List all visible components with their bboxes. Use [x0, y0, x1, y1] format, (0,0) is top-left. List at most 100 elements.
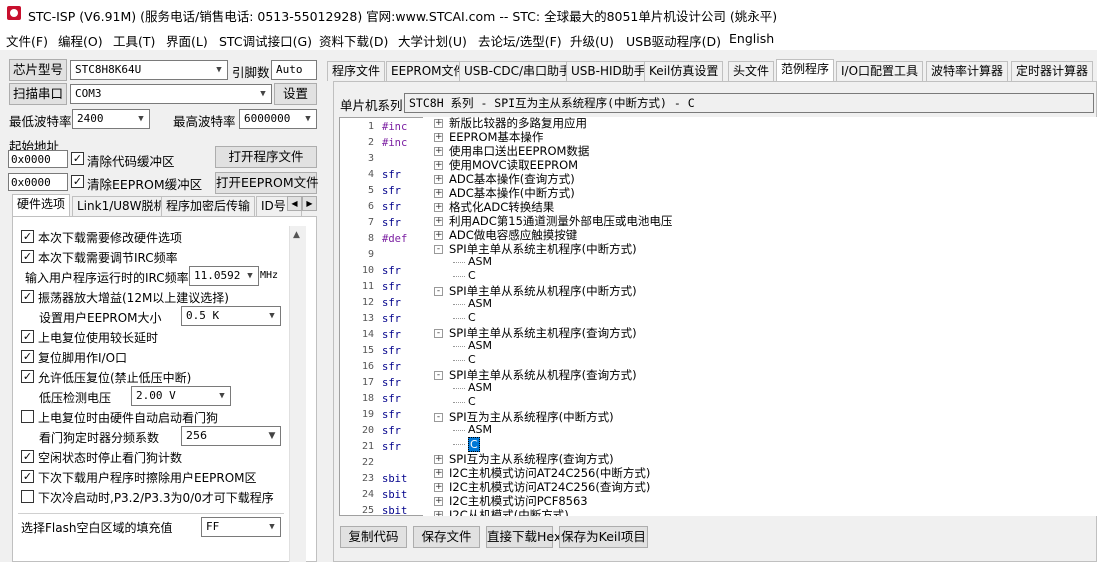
tree-node[interactable]: I2C从机模式(中断方式)	[449, 507, 569, 516]
option-checkbox[interactable]: ✓	[21, 350, 34, 363]
option-checkbox[interactable]: ✓	[21, 470, 34, 483]
eeprom-size-select[interactable]: 0.5 K ▼	[181, 306, 281, 326]
save-file-button[interactable]: 保存文件	[413, 526, 480, 548]
line-number: 5	[367, 185, 374, 196]
option-checkbox[interactable]: ✓	[21, 450, 34, 463]
code-address-input[interactable]: 0x0000	[8, 150, 68, 168]
open-eeprom-file-button[interactable]: 打开EEPROM文件	[215, 172, 319, 194]
tab-link1-offline[interactable]: Link1/U8W脱机	[72, 196, 171, 216]
mcu-series-select[interactable]: STC8H 系列 - SPI互为主从系统程序(中断方式) - C	[404, 93, 1094, 113]
download-hex-button[interactable]: 直接下载Hex	[486, 526, 561, 548]
menu-debug-interface[interactable]: STC调试接口(G)	[219, 31, 312, 50]
menu-file[interactable]: 文件(F)	[6, 31, 48, 50]
tree-leaf[interactable]: ASM	[468, 255, 492, 268]
tree-connector	[453, 388, 465, 389]
line-number: 6	[367, 201, 374, 212]
pin-count-value: Auto	[276, 63, 303, 76]
menu-tools[interactable]: 工具(T)	[113, 31, 155, 50]
tab-sample-programs[interactable]: 范例程序	[776, 59, 835, 81]
expand-icon[interactable]: +	[434, 203, 443, 212]
open-program-file-button[interactable]: 打开程序文件	[215, 146, 317, 168]
menu-interface[interactable]: 界面(L)	[166, 31, 208, 50]
tree-leaf[interactable]: C	[468, 353, 476, 366]
option-checkbox[interactable]: ✓	[21, 330, 34, 343]
collapse-icon[interactable]: -	[434, 371, 443, 380]
lvd-select[interactable]: 2.00 V ▼	[131, 386, 231, 406]
expand-icon[interactable]: +	[434, 161, 443, 170]
expand-icon[interactable]: +	[434, 483, 443, 492]
expand-icon[interactable]: +	[434, 147, 443, 156]
option-checkbox[interactable]: ✓	[21, 250, 34, 263]
wdt-divider-select[interactable]: 256 ▼	[181, 426, 281, 446]
menu-forum[interactable]: 去论坛/选型(F)	[478, 31, 562, 50]
menu-usb-driver[interactable]: USB驱动程序(D)	[626, 31, 721, 50]
menu-program[interactable]: 编程(O)	[58, 31, 103, 50]
tab-usb-hid[interactable]: USB-HID助手	[566, 61, 651, 81]
expand-icon[interactable]: +	[434, 119, 443, 128]
expand-icon[interactable]: +	[434, 455, 443, 464]
tree-leaf[interactable]: ASM	[468, 297, 492, 310]
chip-model-select[interactable]: STC8H8K64U ▼	[70, 60, 228, 80]
tab-io-config[interactable]: I/O口配置工具	[836, 61, 924, 81]
expand-icon[interactable]: +	[434, 217, 443, 226]
tab-header-files[interactable]: 头文件	[728, 61, 775, 81]
menu-downloads[interactable]: 资料下载(D)	[319, 31, 388, 50]
code-line: sfr	[382, 265, 401, 277]
expand-icon[interactable]: +	[434, 511, 443, 516]
collapse-icon[interactable]: -	[434, 287, 443, 296]
tree-leaf[interactable]: C	[468, 269, 476, 282]
menu-university[interactable]: 大学计划(U)	[398, 31, 467, 50]
min-baud-select[interactable]: 2400 ▼	[72, 109, 150, 129]
tab-timer-calculator[interactable]: 定时器计算器	[1011, 61, 1094, 81]
options-scrollbar[interactable]: ▲	[289, 226, 306, 562]
chevron-down-icon: ▼	[138, 114, 144, 124]
tab-scroll-left-icon[interactable]: ◀	[287, 196, 302, 211]
menu-upgrade[interactable]: 升级(U)	[570, 31, 614, 50]
irc-frequency-select[interactable]: 11.0592 ▼	[189, 266, 259, 286]
pin-count-select[interactable]: Auto	[271, 60, 317, 80]
collapse-icon[interactable]: -	[434, 329, 443, 338]
tab-program-file[interactable]: 程序文件	[327, 61, 386, 81]
expand-icon[interactable]: +	[434, 133, 443, 142]
option-checkbox[interactable]	[21, 490, 34, 503]
tree-leaf[interactable]: ASM	[468, 423, 492, 436]
expand-icon[interactable]: +	[434, 175, 443, 184]
tab-eeprom-file[interactable]: EEPROM文件	[386, 61, 471, 81]
sample-program-tree[interactable]: + 新版比较器的多路复用应用 + EEPROM基本操作 + 使用串口送出EEPROM数据 +…	[423, 117, 1097, 516]
option-checkbox[interactable]: ✓	[21, 290, 34, 303]
clear-eeprom-buffer-checkbox[interactable]: ✓	[71, 175, 84, 188]
menu-english[interactable]: English	[729, 31, 774, 46]
option-checkbox[interactable]: ✓	[21, 370, 34, 383]
tree-leaf-selected[interactable]: C	[468, 437, 480, 452]
fill-value-select[interactable]: FF ▼	[201, 517, 281, 537]
copy-code-button[interactable]: 复制代码	[340, 526, 407, 548]
expand-icon[interactable]: +	[434, 231, 443, 240]
tab-hardware-options[interactable]: 硬件选项	[12, 194, 71, 216]
code-line: sbit	[382, 505, 408, 516]
clear-code-buffer-checkbox[interactable]: ✓	[71, 152, 84, 165]
expand-icon[interactable]: +	[434, 189, 443, 198]
tab-scroll-right-icon[interactable]: ▶	[302, 196, 317, 211]
tree-leaf[interactable]: C	[468, 311, 476, 324]
collapse-icon[interactable]: -	[434, 245, 443, 254]
port-select[interactable]: COM3 ▼	[70, 84, 272, 104]
tab-keil-settings[interactable]: Keil仿真设置	[644, 61, 724, 81]
eeprom-address-input[interactable]: 0x0000	[8, 173, 68, 191]
scan-port-button[interactable]: 扫描串口	[9, 83, 67, 105]
tree-leaf[interactable]: ASM	[468, 339, 492, 352]
tab-baud-calculator[interactable]: 波特率计算器	[926, 61, 1009, 81]
settings-button[interactable]: 设置	[274, 83, 317, 105]
chip-model-button[interactable]: 芯片型号	[9, 59, 67, 81]
max-baud-select[interactable]: 6000000 ▼	[239, 109, 317, 129]
expand-icon[interactable]: +	[434, 497, 443, 506]
tree-leaf[interactable]: ASM	[468, 381, 492, 394]
save-keil-project-button[interactable]: 保存为Keil项目	[559, 526, 648, 548]
tab-encrypted-transfer[interactable]: 程序加密后传输	[161, 196, 256, 216]
option-checkbox[interactable]	[21, 410, 34, 423]
tree-leaf[interactable]: C	[468, 395, 476, 408]
scroll-up-icon[interactable]: ▲	[293, 230, 300, 240]
option-checkbox[interactable]: ✓	[21, 230, 34, 243]
tab-usb-cdc[interactable]: USB-CDC/串口助手	[459, 61, 577, 81]
collapse-icon[interactable]: -	[434, 413, 443, 422]
expand-icon[interactable]: +	[434, 469, 443, 478]
